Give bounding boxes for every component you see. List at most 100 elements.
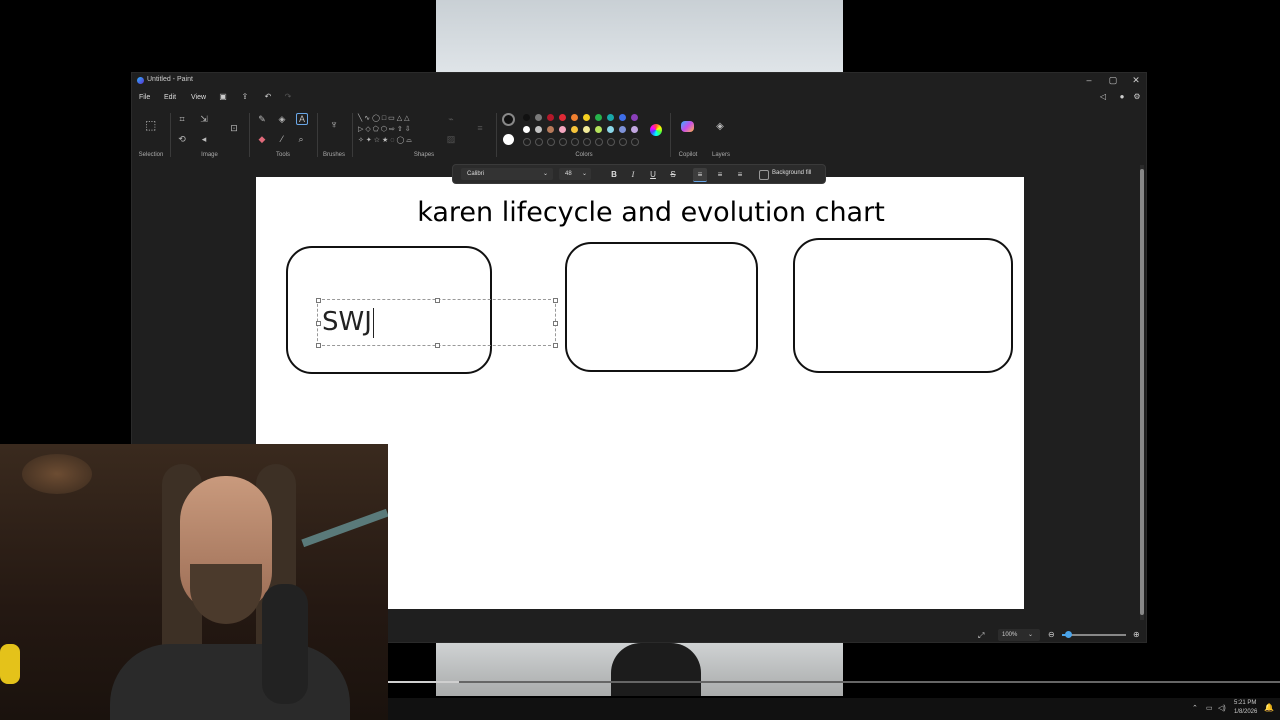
align-left-icon[interactable]: ≡ — [693, 168, 707, 182]
color-swatch[interactable] — [535, 126, 542, 133]
color-swatch[interactable] — [583, 114, 590, 121]
eraser-icon[interactable]: ◆ — [257, 134, 267, 144]
custom-color-slot[interactable] — [607, 138, 615, 146]
video-progress-bar[interactable] — [388, 681, 1280, 683]
zoom-slider[interactable] — [1062, 631, 1126, 638]
color-swatch[interactable] — [619, 126, 626, 133]
notification-bell-icon[interactable]: 🔔 — [1264, 703, 1274, 712]
color-swatch[interactable] — [631, 126, 638, 133]
color-swatch[interactable] — [583, 126, 590, 133]
resize-handle[interactable] — [316, 298, 321, 303]
color-picker-icon[interactable]: ⁄ — [277, 134, 287, 144]
color-palette[interactable] — [523, 114, 648, 146]
resize-handle[interactable] — [553, 321, 558, 326]
primary-color[interactable] — [502, 113, 515, 126]
image-select-icon[interactable]: ⊡ — [229, 123, 239, 133]
strikethrough-button[interactable]: S — [666, 168, 680, 181]
text-input-box[interactable]: SWJ — [316, 298, 558, 348]
minimize-icon[interactable]: – — [1082, 74, 1096, 86]
vertical-scrollbar[interactable] — [1140, 165, 1144, 620]
volume-icon[interactable]: ◁) — [1218, 704, 1226, 712]
resize-handle[interactable] — [316, 321, 321, 326]
text-tool-icon[interactable]: A — [296, 113, 308, 125]
color-swatch[interactable] — [547, 114, 554, 121]
account-icon[interactable]: ● — [1117, 92, 1127, 102]
pencil-icon[interactable]: ✎ — [257, 114, 267, 124]
secondary-color[interactable] — [503, 134, 514, 145]
close-icon[interactable]: ✕ — [1129, 74, 1143, 86]
custom-color-slot[interactable] — [571, 138, 579, 146]
custom-color-slot[interactable] — [535, 138, 543, 146]
custom-color-slot[interactable] — [559, 138, 567, 146]
layers-icon[interactable]: ◈ — [715, 122, 725, 132]
color-swatch[interactable] — [523, 114, 530, 121]
menu-file[interactable]: File — [139, 94, 150, 101]
color-swatch[interactable] — [607, 126, 614, 133]
chevron-up-icon[interactable]: ⌃ — [1192, 704, 1198, 712]
resize-handle[interactable] — [435, 298, 440, 303]
taskbar: ⌃ ▭ ◁) 5:21 PM 1/8/2026 🔔 — [388, 698, 1280, 720]
background-fill-checkbox[interactable] — [759, 170, 769, 180]
settings-gear-icon[interactable]: ⚙ — [1132, 92, 1142, 102]
resize-handle[interactable] — [553, 343, 558, 348]
undo-icon[interactable]: ↶ — [263, 92, 273, 102]
color-swatch[interactable] — [619, 114, 626, 121]
color-swatch[interactable] — [595, 114, 602, 121]
custom-color-slot[interactable] — [523, 138, 531, 146]
align-center-icon[interactable]: ≡ — [713, 168, 727, 181]
italic-button[interactable]: I — [626, 168, 640, 181]
color-swatch[interactable] — [535, 114, 542, 121]
magnifier-icon[interactable]: ⌕ — [296, 134, 306, 144]
underline-button[interactable]: U — [646, 168, 660, 181]
resize-handle[interactable] — [553, 298, 558, 303]
zoom-out-icon[interactable]: ⊖ — [1048, 630, 1055, 639]
color-swatch[interactable] — [559, 126, 566, 133]
resize-handle[interactable] — [316, 343, 321, 348]
color-swatch[interactable] — [571, 126, 578, 133]
custom-color-slot[interactable] — [631, 138, 639, 146]
color-swatch[interactable] — [559, 114, 566, 121]
flip-icon[interactable]: ◂ — [199, 134, 209, 144]
custom-color-slot[interactable] — [583, 138, 591, 146]
color-swatch[interactable] — [571, 114, 578, 121]
zoom-in-icon[interactable]: ⊕ — [1133, 630, 1140, 639]
resize-handle[interactable] — [435, 343, 440, 348]
shape-fill-icon[interactable]: ▨ — [446, 134, 456, 144]
save-icon[interactable]: ▣ — [218, 92, 228, 102]
align-right-icon[interactable]: ≡ — [733, 168, 747, 181]
fit-to-window-icon[interactable]: ⤢ — [978, 631, 984, 641]
color-swatch[interactable] — [547, 126, 554, 133]
clock-date[interactable]: 1/8/2026 — [1234, 709, 1257, 715]
font-family-dropdown[interactable]: Calibri ⌄ — [461, 168, 553, 180]
color-swatch[interactable] — [607, 114, 614, 121]
color-swatch[interactable] — [631, 114, 638, 121]
edit-colors-icon[interactable] — [650, 124, 662, 136]
clock-time[interactable]: 5:21 PM — [1234, 700, 1256, 706]
redo-icon[interactable]: ↷ — [283, 92, 293, 102]
maximize-icon[interactable]: ▢ — [1106, 74, 1120, 86]
brush-icon[interactable]: ♆ — [329, 120, 339, 131]
menu-view[interactable]: View — [191, 94, 206, 101]
custom-color-slot[interactable] — [619, 138, 627, 146]
copilot-icon[interactable] — [681, 121, 694, 132]
network-icon[interactable]: ▭ — [1206, 704, 1213, 712]
bold-button[interactable]: B — [607, 168, 621, 181]
rotate-icon[interactable]: ⟲ — [177, 134, 187, 144]
custom-color-slot[interactable] — [547, 138, 555, 146]
color-swatch[interactable] — [595, 126, 602, 133]
menu-edit[interactable]: Edit — [164, 94, 176, 101]
font-size-dropdown[interactable]: 48 ⌄ — [559, 168, 591, 180]
custom-color-slot[interactable] — [595, 138, 603, 146]
share-feedback-icon[interactable]: ◁ — [1098, 92, 1108, 102]
crop-icon[interactable]: ⌗ — [177, 114, 187, 124]
shape-outline-icon[interactable]: ⌁ — [446, 114, 456, 124]
resize-icon[interactable]: ⇲ — [199, 114, 209, 124]
zoom-dropdown[interactable]: 100% ⌄ — [998, 629, 1040, 641]
shapes-gallery[interactable]: ╲∿◯□▭△△ ▷◇⬠⬡⇨⇧⇩ ✧✦☆★◌◯⌓ — [358, 113, 438, 147]
fill-icon[interactable]: ◈ — [277, 114, 287, 124]
selection-rect-icon[interactable]: ⬚ — [145, 119, 156, 131]
color-swatch[interactable] — [523, 126, 530, 133]
share-icon[interactable]: ⇪ — [240, 92, 250, 102]
zoom-slider-thumb[interactable] — [1065, 631, 1073, 638]
outline-size-icon[interactable]: ≡ — [475, 123, 485, 133]
